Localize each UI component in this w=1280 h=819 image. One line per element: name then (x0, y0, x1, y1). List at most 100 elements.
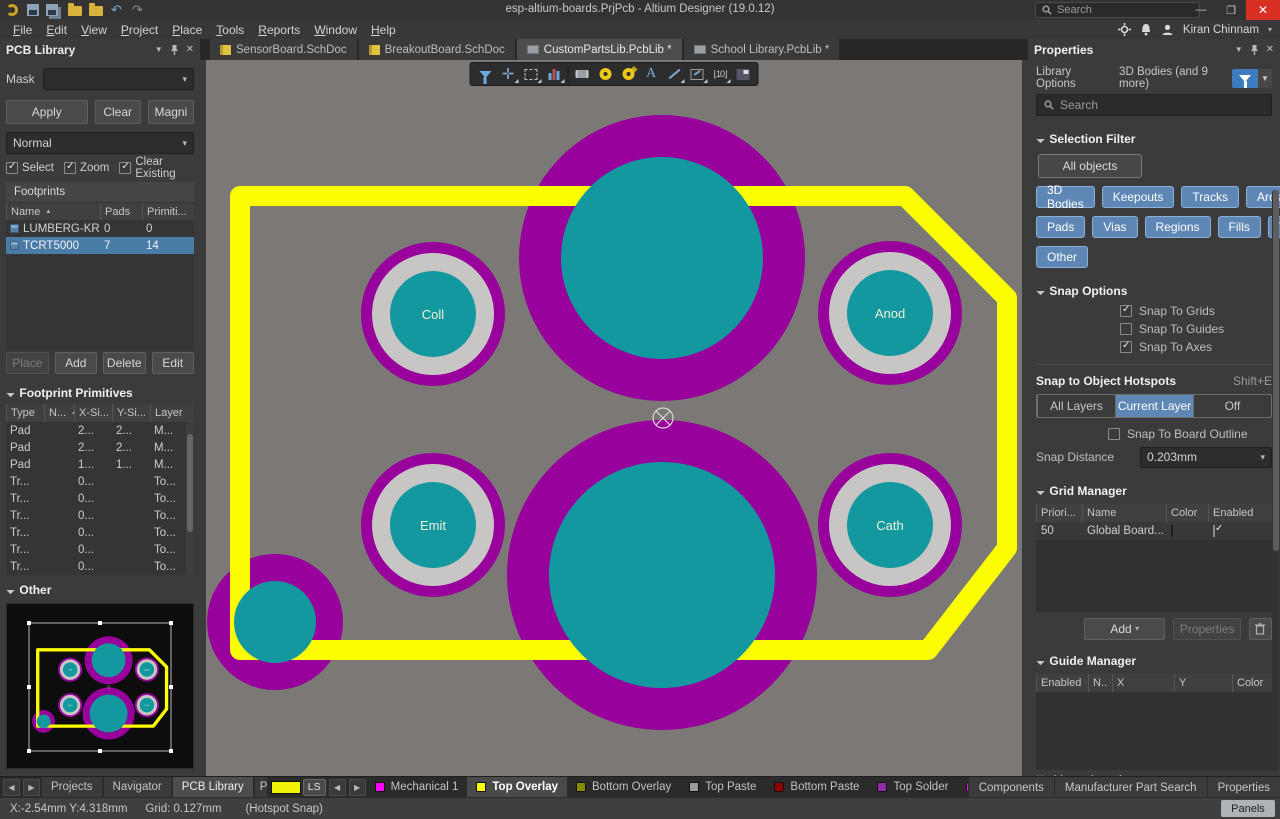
primitive-row[interactable]: Pad 1... 1... M... (6, 456, 194, 473)
snap-options-header[interactable]: Snap Options (1036, 284, 1272, 298)
filter-chip[interactable]: Keepouts (1102, 186, 1175, 208)
column-header[interactable]: X-Si... (74, 404, 112, 422)
panel-tab[interactable]: P (255, 777, 267, 798)
column-header[interactable]: Name (1082, 504, 1166, 522)
chevron-down-icon[interactable]: ▼ (1258, 69, 1272, 88)
selection-filter-header[interactable]: Selection Filter (1036, 132, 1272, 146)
grid-properties-button[interactable]: Properties (1173, 618, 1240, 640)
snap-option[interactable]: Snap To Axes (1120, 340, 1272, 354)
column-header[interactable]: Primiti... (142, 203, 194, 220)
column-header[interactable]: N... (44, 404, 74, 422)
column-header[interactable]: Layer (150, 404, 194, 422)
menu-item[interactable]: Help (364, 22, 403, 38)
primitive-row[interactable]: Tr... 0... To... (6, 507, 194, 524)
filter-icon[interactable] (474, 64, 497, 84)
checkbox[interactable] (6, 162, 18, 174)
menu-item[interactable]: View (74, 22, 114, 38)
layer-tab[interactable]: Bottom Overlay (567, 777, 680, 798)
primitive-row[interactable]: Tr... 0... To... (6, 541, 194, 558)
footprint-row[interactable]: LUMBERG-KRM08 0 0 (6, 220, 194, 237)
layers-scroll-right-icon[interactable]: ▶ (349, 779, 366, 796)
properties-scrollbar[interactable] (1272, 190, 1279, 772)
edit-footprint-button[interactable]: Edit (152, 352, 195, 374)
gear-icon[interactable] (1118, 23, 1131, 36)
bell-icon[interactable] (1140, 23, 1152, 36)
scroll-left-icon[interactable]: ◀ (3, 779, 20, 796)
pcb-editor-canvas[interactable]: ✛ A ⌊10⌋ (206, 60, 1022, 776)
column-header[interactable]: Y-Si... (112, 404, 150, 422)
column-header[interactable]: Y (1174, 674, 1232, 692)
scroll-right-icon[interactable]: ▶ (23, 779, 40, 796)
filter-chip[interactable]: Vias (1092, 216, 1137, 238)
primitive-row[interactable]: Tr... 0... To... (6, 473, 194, 490)
menu-item[interactable]: Project (114, 22, 165, 38)
guide-manager-header[interactable]: Guide Manager (1036, 654, 1272, 668)
dimension-icon[interactable]: ⌊10⌋ (709, 64, 732, 84)
bottom-right-tab[interactable]: Manufacturer Part Search (1054, 777, 1207, 798)
layer-sets-button[interactable]: LS (303, 779, 326, 796)
document-tab[interactable]: BreakoutBoard.SchDoc (359, 39, 515, 60)
via-icon[interactable] (617, 64, 640, 84)
checkbox[interactable] (1120, 305, 1132, 317)
bottom-right-tab[interactable]: Components (968, 777, 1054, 798)
menu-item[interactable]: Reports (251, 22, 307, 38)
menu-item[interactable]: File (6, 22, 39, 38)
filter-chip[interactable]: 3D Bodies (1036, 186, 1095, 208)
primitive-row[interactable]: Tr... 0... To... (6, 558, 194, 575)
filter-scope-label[interactable]: 3D Bodies (and 9 more) (1119, 66, 1224, 90)
bars-icon[interactable] (543, 64, 566, 84)
move-cross-icon[interactable]: ✛ (497, 64, 520, 84)
add-footprint-button[interactable]: Add (55, 352, 98, 374)
panel-tab[interactable]: PCB Library (173, 777, 253, 798)
segment-button[interactable]: All Layers (1037, 395, 1115, 417)
document-tab[interactable]: CustomPartsLib.PcbLib * (517, 39, 682, 60)
pin-icon[interactable] (170, 45, 179, 55)
menu-item[interactable]: Tools (209, 22, 251, 38)
component-icon[interactable] (571, 64, 594, 84)
add-grid-button[interactable]: Add ▾ (1084, 618, 1165, 640)
menu-item[interactable]: Edit (39, 22, 74, 38)
magnify-button[interactable]: Magni (148, 100, 194, 124)
panel-tab[interactable]: Projects (42, 777, 102, 798)
column-header[interactable]: X (1112, 674, 1174, 692)
global-search-input[interactable]: Search (1035, 2, 1200, 18)
restore-icon[interactable]: ❐ (1216, 0, 1246, 20)
panel-menu-icon[interactable]: ▼ (1235, 45, 1243, 54)
clear-button[interactable]: Clear (95, 100, 141, 124)
menu-item[interactable]: Place (165, 22, 209, 38)
delete-footprint-button[interactable]: Delete (103, 352, 146, 374)
all-objects-button[interactable]: All objects (1038, 154, 1142, 178)
current-layer-color-swatch[interactable] (271, 781, 301, 794)
checkbox[interactable] (119, 162, 131, 174)
panels-button[interactable]: Panels (1221, 800, 1275, 817)
checkbox[interactable] (1120, 323, 1132, 335)
snap-option[interactable]: Snap To Grids (1120, 304, 1272, 318)
snap-distance-dropdown[interactable]: 0.203mm (1140, 447, 1272, 468)
footprint-row[interactable]: TCRT5000 7 14 (6, 237, 194, 254)
bottom-right-tab[interactable]: Properties (1207, 777, 1280, 798)
column-header[interactable]: Type (6, 404, 44, 422)
measure-icon[interactable] (686, 64, 709, 84)
minimize-icon[interactable]: — (1186, 0, 1216, 20)
filter-chip[interactable]: Tracks (1181, 186, 1239, 208)
filter-chip[interactable]: Pads (1036, 216, 1085, 238)
checkbox[interactable] (64, 162, 76, 174)
document-tab[interactable]: School Library.PcbLib * (684, 39, 840, 60)
column-header[interactable]: Enabled (1036, 674, 1088, 692)
layers-scroll-left-icon[interactable]: ◀ (329, 779, 346, 796)
pad-icon[interactable] (594, 64, 617, 84)
column-header[interactable]: Color (1166, 504, 1208, 522)
document-tab[interactable]: SensorBoard.SchDoc (210, 39, 357, 60)
layer-tab[interactable]: Bottom Paste (765, 777, 868, 798)
properties-search-input[interactable]: Search (1036, 94, 1272, 116)
mask-dropdown[interactable] (43, 68, 194, 90)
chevron-down-icon[interactable]: ▾ (1268, 25, 1272, 34)
panel-menu-icon[interactable]: ▼ (155, 45, 163, 54)
place-button[interactable]: Place (6, 352, 49, 374)
segment-button[interactable]: Current Layer (1115, 395, 1193, 417)
column-header[interactable]: Priori... (1036, 504, 1082, 522)
grid-row[interactable]: 50 Global Board... (1036, 522, 1272, 540)
menu-item[interactable]: Window (307, 22, 364, 38)
checkbox[interactable] (1108, 428, 1120, 440)
grid-color-swatch[interactable] (1171, 525, 1173, 537)
